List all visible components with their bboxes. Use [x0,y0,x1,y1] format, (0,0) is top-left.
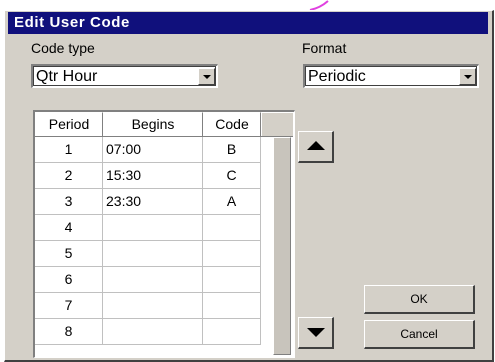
table-row[interactable]: 1 07:00 B [35,137,275,163]
format-dropdown-button[interactable] [459,68,476,85]
ok-button[interactable]: OK [364,285,475,314]
table-row[interactable]: 6 [35,267,275,293]
period-cell: 2 [35,163,103,189]
scrollbar-track[interactable] [273,137,291,355]
table-row[interactable]: 4 [35,215,275,241]
begins-cell[interactable] [103,319,203,345]
begins-cell[interactable] [103,215,203,241]
period-cell: 8 [35,319,103,345]
code-cell[interactable] [203,293,261,319]
edit-user-code-dialog: Edit User Code Code type Qtr Hour Format… [4,10,494,362]
chevron-down-icon [203,75,211,79]
begins-cell[interactable] [103,293,203,319]
cancel-button[interactable]: Cancel [364,320,475,349]
chevron-down-icon [464,75,472,79]
arrow-down-icon [307,328,325,337]
period-cell: 7 [35,293,103,319]
move-up-button[interactable] [298,131,334,163]
table-row[interactable]: 2 15:30 C [35,163,275,189]
dialog-title: Edit User Code [8,12,488,34]
code-cell[interactable] [203,215,261,241]
column-header-period: Period [35,112,103,136]
table-row[interactable]: 7 [35,293,275,319]
arrow-up-icon [307,141,325,150]
ok-label: OK [410,292,428,306]
format-select[interactable]: Periodic [303,64,479,88]
period-cell: 5 [35,241,103,267]
code-type-label: Code type [31,40,95,56]
code-cell[interactable]: B [203,137,261,163]
cancel-label: Cancel [400,327,438,341]
period-cell: 1 [35,137,103,163]
format-value: Periodic [308,68,366,85]
table-scrollbar[interactable] [273,137,291,355]
begins-cell[interactable]: 23:30 [103,189,203,215]
table-row[interactable]: 8 [35,319,275,345]
code-type-value: Qtr Hour [36,68,98,85]
code-type-dropdown-button[interactable] [198,68,215,85]
begins-cell[interactable]: 07:00 [103,137,203,163]
table-row[interactable]: 5 [35,241,275,267]
header-filler [261,112,293,136]
table-body: 1 07:00 B 2 15:30 C 3 23:30 A 4 5 6 7 8 [35,137,275,345]
table-row[interactable]: 3 23:30 A [35,189,275,215]
code-cell[interactable] [203,319,261,345]
period-cell: 4 [35,215,103,241]
format-label: Format [302,40,347,56]
code-type-select[interactable]: Qtr Hour [31,64,218,88]
period-cell: 6 [35,267,103,293]
begins-cell[interactable] [103,267,203,293]
period-cell: 3 [35,189,103,215]
code-cell[interactable] [203,241,261,267]
period-table: Period Begins Code 1 07:00 B 2 15:30 C 3… [33,110,295,358]
begins-cell[interactable]: 15:30 [103,163,203,189]
table-header: Period Begins Code [35,112,293,137]
code-cell[interactable]: C [203,163,261,189]
move-down-button[interactable] [298,317,334,349]
begins-cell[interactable] [103,241,203,267]
column-header-code: Code [203,112,261,136]
code-cell[interactable] [203,267,261,293]
column-header-begins: Begins [103,112,203,136]
code-cell[interactable]: A [203,189,261,215]
